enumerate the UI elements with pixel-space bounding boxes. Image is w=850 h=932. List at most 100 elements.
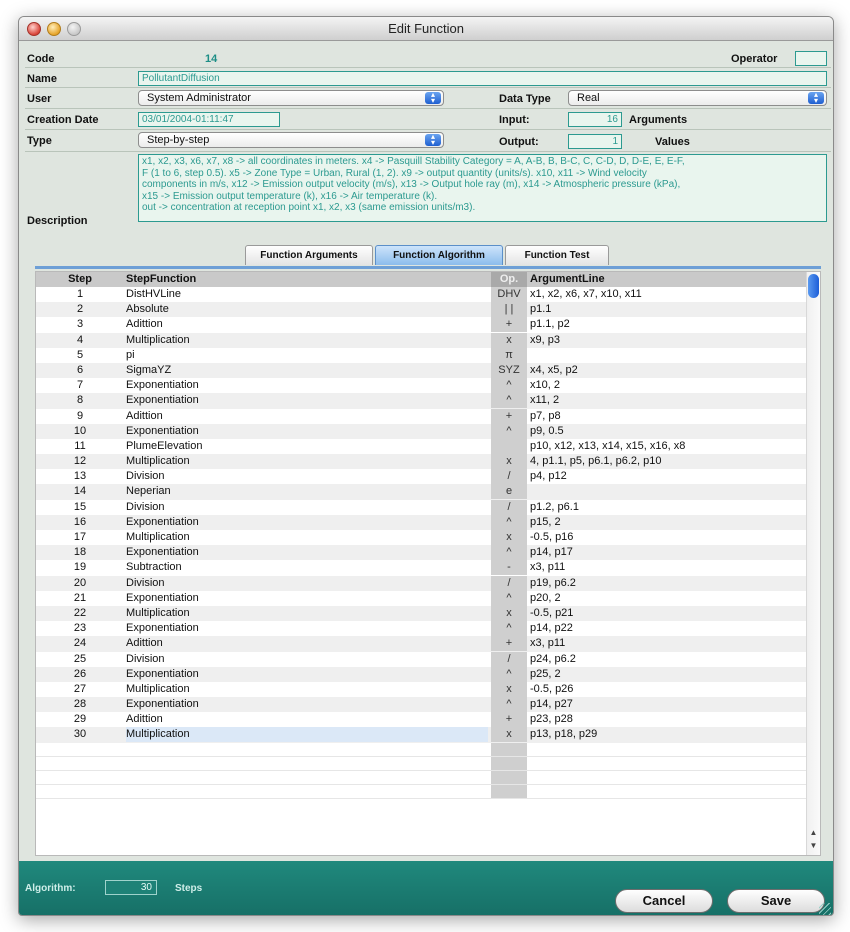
table-row[interactable]: 21 Exponentiation ^ p20, 2 xyxy=(36,590,808,606)
empty-table-row[interactable] xyxy=(36,742,808,757)
table-row[interactable]: 12 Multiplication x 4, p1.1, p5, p6.1, p6.2… xyxy=(36,454,808,470)
stepfunction-cell: Adittion xyxy=(126,637,163,650)
step-cell: 4 xyxy=(76,333,84,346)
scrollbar-thumb[interactable] xyxy=(808,274,819,298)
divider xyxy=(25,108,831,109)
stepfunction-cell: Absolute xyxy=(126,303,169,316)
table-row[interactable]: 16 Exponentiation ^ p15, 2 xyxy=(36,514,808,530)
stepfunction-cell: SigmaYZ xyxy=(126,363,172,376)
stepfunction-cell: Exponentiation xyxy=(126,698,199,711)
name-field[interactable]: PollutantDiffusion xyxy=(138,71,827,86)
op-cell: + xyxy=(491,317,527,333)
table-row[interactable]: 13 Division / p4, p12 xyxy=(36,469,808,485)
step-cell: 11 xyxy=(74,439,86,452)
header-op[interactable]: Op. xyxy=(491,272,527,287)
steps-label: Steps xyxy=(175,883,203,894)
name-label: Name xyxy=(27,73,57,85)
data-type-select[interactable]: Real ▴ ▾ xyxy=(568,90,827,106)
algorithm-label: Algorithm: xyxy=(25,883,76,894)
argumentline-cell: x10, 2 xyxy=(530,379,560,392)
user-select[interactable]: System Administrator ▴ ▾ xyxy=(138,90,444,106)
stepfunction-cell: Multiplication xyxy=(126,455,190,468)
stepfunction-cell: Exponentiation xyxy=(126,591,199,604)
tab-function-test[interactable]: Function Test xyxy=(505,245,609,265)
table-row[interactable]: 30 Multiplication x p13, p18, p29 xyxy=(36,727,808,743)
cancel-button[interactable]: Cancel xyxy=(615,889,713,913)
empty-table-row[interactable] xyxy=(36,770,808,785)
code-value: 14 xyxy=(205,53,218,65)
zoom-window-icon[interactable] xyxy=(67,22,81,36)
empty-table-row[interactable] xyxy=(36,756,808,771)
table-row[interactable]: 3 Adittion + p1.1, p2 xyxy=(36,317,808,333)
argumentline-cell: x1, x2, x6, x7, x10, x11 xyxy=(530,288,642,300)
header-argumentline[interactable]: ArgumentLine xyxy=(530,272,605,287)
save-button[interactable]: Save xyxy=(727,889,825,913)
step-cell: 23 xyxy=(73,622,87,635)
step-cell: 27 xyxy=(73,682,87,695)
table-row[interactable]: 7 Exponentiation ^ x10, 2 xyxy=(36,378,808,394)
argumentline-cell: -0.5, p26 xyxy=(530,682,574,695)
op-cell: π xyxy=(491,347,527,363)
table-row[interactable]: 24 Adittion + x3, p11 xyxy=(36,636,808,652)
step-cell: 9 xyxy=(76,409,84,422)
table-row[interactable]: 22 Multiplication x -0.5, p21 xyxy=(36,605,808,622)
table-row[interactable]: 20 Division / p19, p6.2 xyxy=(36,575,808,591)
table-row[interactable]: 4 Multiplication x x9, p3 xyxy=(36,332,808,348)
tab-function-arguments[interactable]: Function Arguments xyxy=(245,245,373,265)
argumentline-cell: p9, 0.5 xyxy=(530,424,564,437)
argumentline-cell: p19, p6.2 xyxy=(530,576,576,589)
table-row[interactable]: 18 Exponentiation ^ p14, p17 xyxy=(36,545,808,561)
resize-grip-icon[interactable] xyxy=(819,903,831,915)
operator-label: Operator xyxy=(731,53,778,65)
op-cell xyxy=(491,756,527,770)
creation-date-field[interactable]: 03/01/2004-01:11:47 xyxy=(138,112,280,127)
output-count-field[interactable]: 1 xyxy=(568,134,622,149)
values-label: Values xyxy=(655,136,690,148)
type-select[interactable]: Step-by-step ▴ ▾ xyxy=(138,132,444,148)
table-row[interactable]: 1 DistHVLine DHV x1, x2, x6, x7, x10, x11 xyxy=(36,287,808,302)
table-row[interactable]: 17 Multiplication x -0.5, p16 xyxy=(36,530,808,545)
table-row[interactable]: 14 Neperian e xyxy=(36,484,808,500)
table-row[interactable]: 23 Exponentiation ^ p14, p22 xyxy=(36,621,808,637)
op-cell xyxy=(491,784,527,798)
close-window-icon[interactable] xyxy=(27,22,41,36)
vertical-scrollbar[interactable]: ▲ ▼ xyxy=(806,272,820,855)
table-row[interactable]: 10 Exponentiation ^ p9, 0.5 xyxy=(36,423,808,439)
description-field[interactable]: x1, x2, x3, x6, x7, x8 -> all coordinate… xyxy=(138,154,827,222)
header-stepfunction[interactable]: StepFunction xyxy=(126,272,196,287)
table-row[interactable]: 11 PlumeElevation p10, x12, x13, x14, x15,… xyxy=(36,438,808,454)
stepfunction-cell: Subtraction xyxy=(126,561,182,574)
argumentline-cell xyxy=(530,484,808,499)
step-cell: 24 xyxy=(73,637,87,650)
argumentline-cell xyxy=(530,348,808,363)
stepfunction-cell: Division xyxy=(126,470,165,483)
table-row[interactable]: 29 Adittion + p23, p28 xyxy=(36,712,808,728)
table-row[interactable]: 5 pi π xyxy=(36,347,808,363)
table-row[interactable]: 26 Exponentiation ^ p25, 2 xyxy=(36,666,808,682)
op-cell: e xyxy=(491,484,527,500)
minimize-window-icon[interactable] xyxy=(47,22,61,36)
table-row[interactable]: 2 Absolute | | p1.1 xyxy=(36,302,808,318)
table-row[interactable]: 25 Division / p24, p6.2 xyxy=(36,651,808,667)
table-row[interactable]: 28 Exponentiation ^ p14, p27 xyxy=(36,697,808,713)
table-row[interactable]: 19 Subtraction - x3, p11 xyxy=(36,560,808,576)
table-row[interactable]: 27 Multiplication x -0.5, p26 xyxy=(36,681,808,697)
op-cell: ^ xyxy=(491,697,527,713)
table-row[interactable]: 8 Exponentiation ^ x11, 2 xyxy=(36,393,808,409)
operator-field[interactable] xyxy=(795,51,827,66)
scroll-down-arrow-icon[interactable]: ▼ xyxy=(807,840,820,852)
argumentline-cell: p4, p12 xyxy=(530,470,567,483)
scroll-up-arrow-icon[interactable]: ▲ xyxy=(807,827,820,839)
header-step[interactable]: Step xyxy=(36,272,124,287)
step-cell: 30 xyxy=(73,728,87,741)
table-row[interactable]: 9 Adittion + p7, p8 xyxy=(36,408,808,424)
creation-date-label: Creation Date xyxy=(27,114,99,126)
op-cell: | | xyxy=(491,302,527,318)
input-count-field[interactable]: 16 xyxy=(568,112,622,127)
table-row[interactable]: 15 Division / p1.2, p6.1 xyxy=(36,499,808,515)
stepfunction-cell: Exponentiation xyxy=(126,424,199,437)
table-row[interactable]: 6 SigmaYZ SYZ x4, x5, p2 xyxy=(36,362,808,379)
empty-table-row[interactable] xyxy=(36,784,808,799)
tab-function-algorithm[interactable]: Function Algorithm xyxy=(375,245,503,265)
description-line: F (1 to 6, step 0.5). x5 -> Zone Type = … xyxy=(142,167,647,179)
